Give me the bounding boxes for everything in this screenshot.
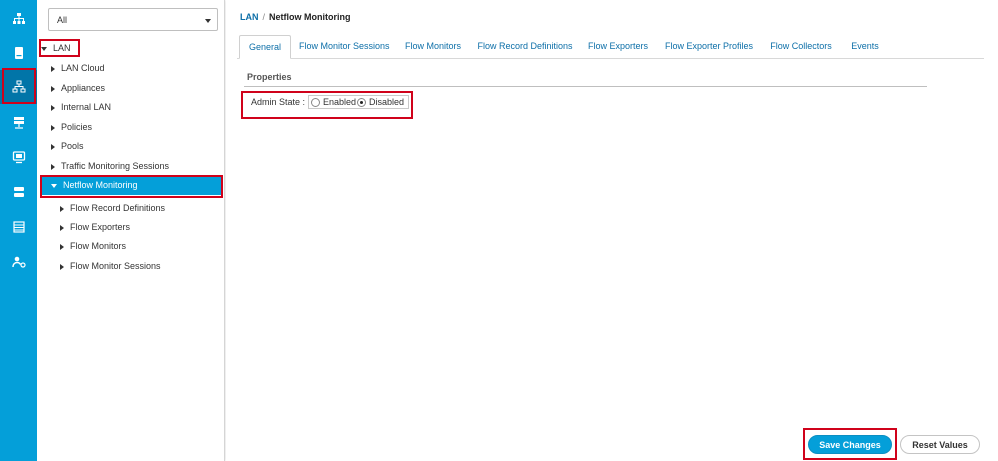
tab-flow-collectors[interactable]: Flow Collectors	[769, 35, 833, 59]
storage-icon[interactable]	[0, 175, 37, 209]
tree-item-label: Netflow Monitoring	[63, 180, 138, 190]
tab-events[interactable]: Events	[847, 35, 883, 59]
tree-item-label: Flow Monitors	[70, 241, 127, 251]
radio-checked-icon	[357, 97, 366, 107]
expand-arrow-icon	[51, 183, 57, 188]
server-icon[interactable]	[0, 36, 37, 70]
radio-unchecked-icon	[311, 97, 320, 107]
collapse-arrow-icon	[51, 124, 55, 131]
breadcrumb-current: Netflow Monitoring	[269, 12, 351, 22]
breadcrumb: LAN / Netflow Monitoring	[240, 12, 351, 22]
tree-item-policies[interactable]: Policies	[51, 118, 92, 137]
collapse-arrow-icon	[51, 85, 55, 92]
tree-item-flow-exporters[interactable]: Flow Exporters	[60, 218, 130, 237]
breadcrumb-separator: /	[262, 12, 266, 22]
tree-item-label: LAN Cloud	[61, 63, 105, 73]
admin-icon[interactable]	[0, 245, 37, 279]
tree-item-netflow-monitoring[interactable]: Netflow Monitoring	[41, 176, 222, 195]
tree-item-label: Flow Record Definitions	[70, 203, 166, 213]
tree-item-lan[interactable]: LAN	[41, 39, 71, 58]
chassis-icon[interactable]	[0, 210, 37, 244]
radio-label: Enabled	[323, 97, 357, 107]
tree-item-internal-lan[interactable]: Internal LAN	[51, 98, 111, 117]
tree-item-label: LAN	[53, 43, 71, 53]
collapse-arrow-icon	[51, 65, 55, 72]
admin-state-radio-group: Enabled Disabled	[308, 95, 409, 109]
tree-item-flow-monitors[interactable]: Flow Monitors	[60, 237, 126, 256]
save-changes-button[interactable]: Save Changes	[808, 435, 892, 454]
network-icon[interactable]	[0, 2, 37, 36]
breadcrumb-root-link[interactable]: LAN	[240, 12, 259, 22]
tree-item-label: Flow Exporters	[70, 222, 131, 232]
nav-rail	[0, 0, 37, 461]
tab-flow-exporters[interactable]: Flow Exporters	[587, 35, 649, 59]
admin-state-enabled-radio[interactable]: Enabled	[311, 97, 356, 107]
admin-state-label: Admin State :	[251, 97, 306, 107]
tree-filter-value: All	[57, 15, 68, 25]
tab-flow-exporter-profiles[interactable]: Flow Exporter Profiles	[663, 35, 755, 59]
properties-divider	[244, 86, 927, 87]
san-icon[interactable]	[0, 106, 37, 140]
radio-label: Disabled	[369, 97, 405, 107]
tree-item-flow-monitor-sessions[interactable]: Flow Monitor Sessions	[60, 257, 161, 276]
vm-icon[interactable]	[0, 140, 37, 174]
tree-item-label: Pools	[61, 141, 84, 151]
tree-item-appliances[interactable]: Appliances	[51, 79, 105, 98]
collapse-arrow-icon	[60, 243, 64, 250]
expand-arrow-icon	[41, 46, 47, 51]
tab-flow-monitors[interactable]: Flow Monitors	[403, 35, 463, 59]
tree-item-flow-record-definitions[interactable]: Flow Record Definitions	[60, 199, 165, 218]
tree-filter-dropdown[interactable]: All	[48, 8, 218, 31]
tree-item-pools[interactable]: Pools	[51, 137, 84, 156]
main-content: LAN / Netflow Monitoring General Flow Moni…	[226, 0, 998, 461]
collapse-arrow-icon	[51, 104, 55, 111]
tab-flow-monitor-sessions[interactable]: Flow Monitor Sessions	[299, 35, 390, 59]
tab-bar: General Flow Monitor Sessions Flow Monit…	[237, 35, 984, 59]
tree-item-traffic-monitoring-sessions[interactable]: Traffic Monitoring Sessions	[51, 157, 169, 176]
lan-icon[interactable]	[0, 70, 37, 104]
collapse-arrow-icon	[51, 143, 55, 150]
tree-item-label: Policies	[61, 122, 93, 132]
chevron-down-icon	[205, 19, 211, 23]
tree-item-lan-cloud[interactable]: LAN Cloud	[51, 59, 105, 78]
admin-state-disabled-radio[interactable]: Disabled	[357, 97, 404, 107]
collapse-arrow-icon	[51, 163, 55, 170]
tree-item-label: Internal LAN	[61, 102, 112, 112]
properties-heading: Properties	[247, 72, 292, 82]
navigation-tree: All LAN LAN Cloud Appliances Internal LA…	[37, 0, 225, 461]
tab-flow-record-definitions[interactable]: Flow Record Definitions	[477, 35, 573, 59]
collapse-arrow-icon	[60, 224, 64, 231]
tree-item-label: Traffic Monitoring Sessions	[61, 161, 170, 171]
collapse-arrow-icon	[60, 263, 64, 270]
tab-general[interactable]: General	[239, 35, 291, 59]
tree-item-label: Appliances	[61, 83, 106, 93]
collapse-arrow-icon	[60, 205, 64, 212]
tree-item-label: Flow Monitor Sessions	[70, 261, 161, 271]
reset-values-button[interactable]: Reset Values	[900, 435, 980, 454]
